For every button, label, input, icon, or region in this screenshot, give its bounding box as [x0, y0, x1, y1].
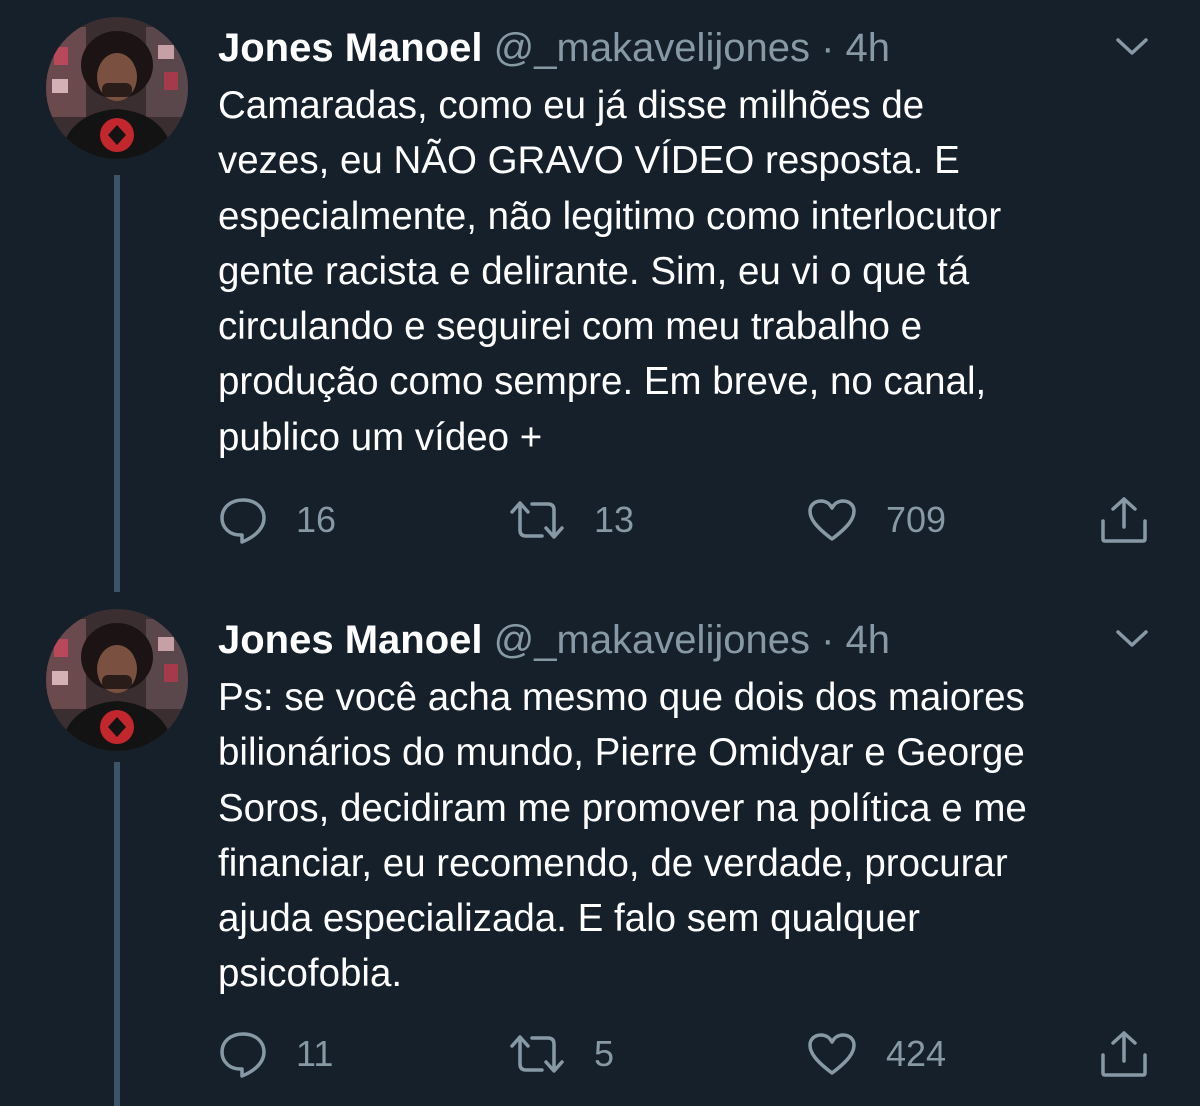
- tweet-actions: 16 13 709: [0, 490, 1200, 550]
- chevron-down-icon[interactable]: [1112, 30, 1152, 62]
- retweet-arrows-icon: [508, 1032, 566, 1076]
- like-button[interactable]: 424: [806, 1024, 946, 1084]
- reply-button[interactable]: 11: [218, 1024, 333, 1084]
- like-button[interactable]: 709: [806, 490, 946, 550]
- tweet-header: Jones Manoel @_makavelijones · 4h: [218, 20, 890, 76]
- share-upload-icon: [1098, 495, 1150, 545]
- tweet[interactable]: Jones Manoel @_makavelijones · 4h Ps: se…: [0, 592, 1200, 1106]
- retweet-count: 5: [594, 1033, 615, 1074]
- author-handle[interactable]: @_makavelijones: [494, 618, 810, 662]
- chevron-down-icon[interactable]: [1112, 622, 1152, 654]
- reply-count: 11: [296, 1033, 334, 1074]
- separator-dot: ·: [821, 618, 835, 662]
- heart-icon: [806, 1031, 858, 1077]
- retweet-button[interactable]: 5: [508, 1024, 614, 1084]
- tweet-text: Camaradas, como eu já disse milhões de v…: [218, 84, 1002, 459]
- author-name[interactable]: Jones Manoel: [218, 26, 483, 70]
- separator-dot: ·: [821, 26, 835, 70]
- reply-count: 16: [296, 499, 337, 540]
- tweet-header: Jones Manoel @_makavelijones · 4h: [218, 612, 890, 668]
- author-name[interactable]: Jones Manoel: [218, 618, 483, 662]
- like-count: 424: [886, 1033, 947, 1074]
- tweet-actions: 11 5 424: [0, 1024, 1200, 1084]
- retweet-count: 13: [594, 499, 635, 540]
- share-upload-icon: [1098, 1029, 1150, 1079]
- like-count: 709: [886, 499, 947, 540]
- avatar[interactable]: [46, 17, 188, 159]
- share-button[interactable]: [1098, 490, 1150, 550]
- timestamp[interactable]: 4h: [846, 26, 891, 70]
- retweet-button[interactable]: 13: [508, 490, 634, 550]
- speech-bubble-icon: [218, 496, 268, 544]
- tweet[interactable]: Jones Manoel @_makavelijones · 4h Camara…: [0, 0, 1200, 592]
- reply-button[interactable]: 16: [218, 490, 336, 550]
- speech-bubble-icon: [218, 1030, 268, 1078]
- tweet-text: Ps: se você acha mesmo que dois dos maio…: [218, 676, 1027, 996]
- author-handle[interactable]: @_makavelijones: [494, 26, 810, 70]
- timestamp[interactable]: 4h: [846, 618, 891, 662]
- retweet-arrows-icon: [508, 498, 566, 542]
- avatar[interactable]: [46, 609, 188, 751]
- heart-icon: [806, 497, 858, 543]
- share-button[interactable]: [1098, 1024, 1150, 1084]
